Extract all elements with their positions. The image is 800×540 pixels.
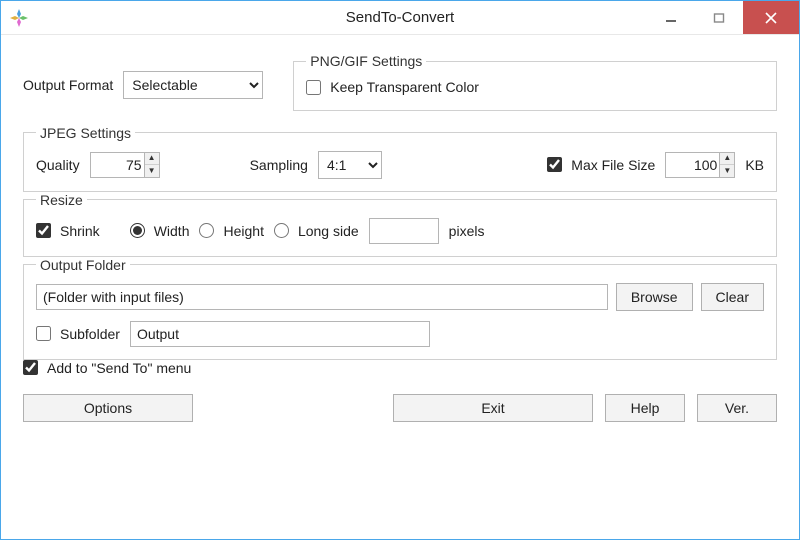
width-radio[interactable] [130, 223, 145, 238]
subfolder-text: Subfolder [60, 326, 120, 342]
height-radio[interactable] [199, 223, 214, 238]
output-folder-group: Output Folder Browse Clear Subfolder [23, 257, 777, 360]
jpeg-legend: JPEG Settings [36, 125, 135, 141]
height-text: Height [223, 223, 263, 239]
maximize-button[interactable] [695, 1, 743, 34]
add-to-sendto-checkbox[interactable] [23, 360, 38, 375]
ver-button[interactable]: Ver. [697, 394, 777, 422]
longside-radio-label[interactable]: Long side [274, 223, 359, 239]
pnggif-legend: PNG/GIF Settings [306, 53, 426, 69]
max-size-up-button[interactable]: ▲ [720, 153, 734, 166]
keep-transparent-text: Keep Transparent Color [330, 79, 479, 95]
resize-legend: Resize [36, 192, 87, 208]
subfolder-checkbox[interactable] [36, 326, 51, 341]
resize-group: Resize Shrink Width Height Long side [23, 192, 777, 257]
subfolder-input[interactable] [130, 321, 430, 347]
quality-input[interactable] [90, 152, 144, 178]
options-button[interactable]: Options [23, 394, 193, 422]
kb-label: KB [745, 157, 764, 173]
shrink-checkbox[interactable] [36, 223, 51, 238]
clear-button[interactable]: Clear [701, 283, 764, 311]
add-to-sendto-text: Add to "Send To" menu [47, 360, 191, 376]
max-file-size-checkbox-label[interactable]: Max File Size [547, 157, 655, 173]
output-format-select[interactable]: Selectable [123, 71, 263, 99]
width-text: Width [154, 223, 190, 239]
jpeg-group: JPEG Settings Quality ▲ ▼ Sampling 4:1 [23, 125, 777, 192]
pixels-label: pixels [449, 223, 485, 239]
close-button[interactable] [743, 1, 799, 34]
quality-label: Quality [36, 157, 80, 173]
sampling-label: Sampling [250, 157, 308, 173]
max-file-size-input[interactable] [665, 152, 719, 178]
browse-button[interactable]: Browse [616, 283, 693, 311]
shrink-checkbox-label[interactable]: Shrink [36, 223, 100, 239]
subfolder-checkbox-label[interactable]: Subfolder [36, 326, 120, 342]
height-radio-label[interactable]: Height [199, 223, 263, 239]
add-to-sendto-checkbox-label[interactable]: Add to "Send To" menu [23, 360, 191, 376]
width-radio-label[interactable]: Width [130, 223, 190, 239]
help-button[interactable]: Help [605, 394, 685, 422]
window-controls [647, 1, 799, 34]
client-area: Output Format Selectable PNG/GIF Setting… [1, 35, 799, 438]
keep-transparent-checkbox[interactable] [306, 80, 321, 95]
max-file-size-text: Max File Size [571, 157, 655, 173]
max-file-size-spinner[interactable]: ▲ ▼ [665, 152, 735, 178]
keep-transparent-checkbox-label[interactable]: Keep Transparent Color [306, 79, 479, 95]
quality-up-button[interactable]: ▲ [145, 153, 159, 166]
exit-button[interactable]: Exit [393, 394, 593, 422]
app-window: SendTo-Convert Output Format Selectable … [0, 0, 800, 540]
output-format-label: Output Format [23, 77, 113, 93]
output-folder-legend: Output Folder [36, 257, 130, 273]
shrink-text: Shrink [60, 223, 100, 239]
longside-text: Long side [298, 223, 359, 239]
longside-radio[interactable] [274, 223, 289, 238]
quality-spinner[interactable]: ▲ ▼ [90, 152, 160, 178]
app-icon [9, 8, 29, 28]
titlebar: SendTo-Convert [1, 1, 799, 35]
output-folder-path-input[interactable] [36, 284, 608, 310]
max-file-size-checkbox[interactable] [547, 157, 562, 172]
sampling-select[interactable]: 4:1 [318, 151, 382, 179]
pnggif-group: PNG/GIF Settings Keep Transparent Color [293, 53, 777, 111]
minimize-button[interactable] [647, 1, 695, 34]
max-size-down-button[interactable]: ▼ [720, 165, 734, 177]
quality-down-button[interactable]: ▼ [145, 165, 159, 177]
pixels-input[interactable] [369, 218, 439, 244]
